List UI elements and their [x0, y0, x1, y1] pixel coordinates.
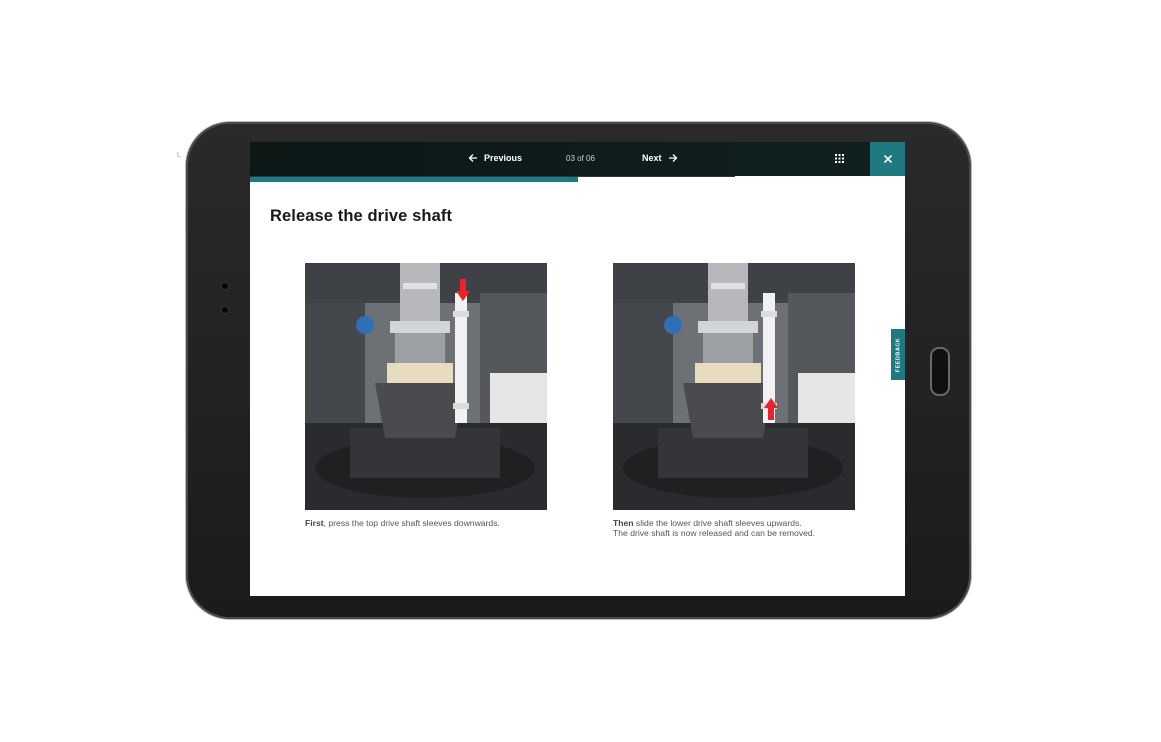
- previous-label: Previous: [484, 153, 523, 163]
- step-caption-1: First, press the top drive shaft sleeves…: [305, 518, 547, 528]
- step-figure-1: First, press the top drive shaft sleeves…: [305, 263, 547, 528]
- caption-text-2b: The drive shaft is now released and can …: [613, 528, 816, 538]
- progress-shade: [250, 176, 735, 177]
- arrow-down-indicator-icon: [456, 279, 470, 301]
- arrow-up-indicator-icon: [764, 398, 778, 420]
- previous-button[interactable]: Previous: [468, 153, 522, 163]
- machine-photo-1: [305, 263, 547, 510]
- corner-mark: L: [177, 152, 181, 159]
- sensor-dot: [222, 307, 228, 313]
- feedback-label: FEEDBACK: [895, 337, 901, 372]
- page-title: Release the drive shaft: [270, 207, 453, 225]
- arrow-right-icon: [668, 154, 677, 162]
- page-counter: 03 of 06: [566, 154, 595, 163]
- next-label: Next: [642, 153, 662, 163]
- caption-bold-2: Then: [613, 518, 634, 528]
- tablet-screen: Previous 03 of 06 Next Release the drive…: [250, 142, 905, 596]
- next-button[interactable]: Next: [642, 153, 678, 163]
- step-figure-2: Then slide the lower drive shaft sleeves…: [613, 263, 855, 538]
- feedback-tab[interactable]: FEEDBACK: [891, 329, 905, 380]
- caption-text-1: , press the top drive shaft sleeves down…: [323, 518, 500, 528]
- close-icon: [883, 154, 892, 164]
- home-button[interactable]: [930, 347, 950, 396]
- top-navigation-bar: Previous 03 of 06 Next: [250, 142, 905, 176]
- caption-bold-1: First: [305, 518, 324, 528]
- arrow-left-icon: [468, 154, 477, 162]
- caption-text-2: slide the lower drive shaft sleeves upwa…: [633, 518, 802, 528]
- camera-dot: [222, 283, 228, 289]
- grid-icon[interactable]: [835, 154, 844, 163]
- progress-bar: [250, 176, 905, 182]
- step-caption-2: Then slide the lower drive shaft sleeves…: [613, 518, 855, 538]
- machine-photo-2: [613, 263, 855, 510]
- close-button[interactable]: [870, 142, 905, 176]
